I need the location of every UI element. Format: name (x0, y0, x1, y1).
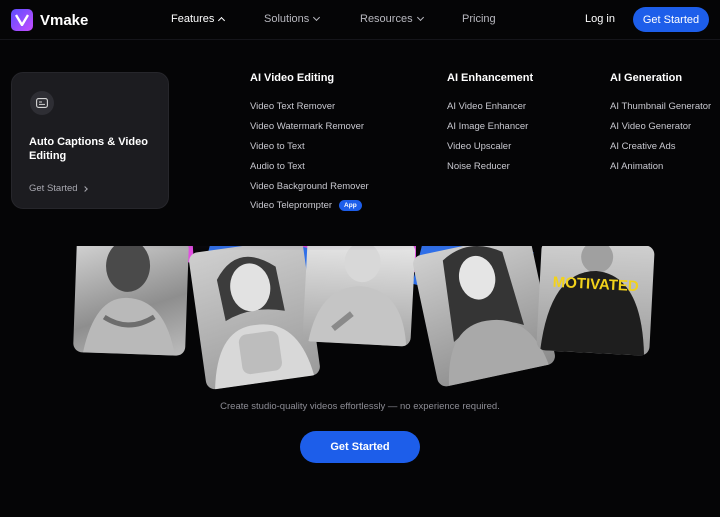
captions-icon (30, 91, 54, 115)
menu-item-label: Audio to Text (250, 160, 305, 172)
chevron-down-icon (313, 13, 321, 22)
featured-card-link-label: Get Started (29, 183, 78, 194)
nav-features[interactable]: Features (171, 13, 226, 25)
menu-item-label: Video to Text (250, 140, 305, 152)
featured-card[interactable]: Auto Captions & Video Editing Get Starte… (11, 72, 169, 209)
menu-item[interactable]: AI Creative Ads (610, 137, 711, 157)
creator-photo-5: MOTIVATED (536, 240, 655, 356)
menu-column-ai-enhancement: AI Enhancement AI Video Enhancer AI Imag… (447, 72, 533, 176)
nav-resources[interactable]: Resources (360, 13, 424, 25)
app-badge: App (339, 200, 362, 212)
vmake-logo-icon (11, 9, 33, 31)
menu-item-label: AI Video Generator (610, 121, 692, 133)
menu-item[interactable]: Video to Text (250, 137, 369, 157)
menu-item[interactable]: AI Animation (610, 156, 711, 176)
nav-pricing[interactable]: Pricing (462, 13, 496, 25)
menu-item-label: Video Upscaler (447, 140, 512, 152)
menu-item[interactable]: AI Image Enhancer (447, 117, 533, 137)
brand-logo[interactable]: Vmake (11, 9, 88, 31)
menu-column-title: AI Video Editing (250, 72, 335, 84)
menu-column-title: AI Enhancement (447, 72, 534, 84)
featured-card-title: Auto Captions & Video Editing (29, 136, 148, 162)
menu-item[interactable]: Video Background Remover (250, 176, 369, 196)
menu-item-label: Video Teleprompter (250, 200, 333, 212)
menu-item[interactable]: Video Text Remover (250, 97, 369, 117)
creator-photo-2 (187, 237, 322, 391)
brand-name: Vmake (40, 11, 89, 29)
get-started-nav-button[interactable]: Get Started (633, 7, 709, 32)
menu-item[interactable]: Video Watermark Remover (250, 117, 369, 137)
creator-photo-4 (411, 231, 557, 389)
chevron-up-icon (218, 16, 226, 25)
login-link[interactable]: Log in (585, 13, 615, 25)
nav-pricing-label: Pricing (462, 13, 496, 25)
menu-item-label: Noise Reducer (447, 160, 510, 172)
menu-column-title: AI Generation (610, 72, 683, 84)
menu-item[interactable]: AI Video Generator (610, 117, 711, 137)
menu-item[interactable]: Video Upscaler (447, 137, 533, 157)
menu-item[interactable]: Audio to Text (250, 156, 369, 176)
chevron-down-icon (416, 13, 424, 22)
get-started-hero-button[interactable]: Get Started (300, 431, 420, 463)
chevron-right-icon (81, 185, 88, 192)
nav-features-label: Features (171, 13, 215, 25)
menu-item-label: AI Thumbnail Generator (610, 101, 712, 113)
menu-item-label: Video Watermark Remover (250, 121, 365, 133)
menu-item-label: Video Background Remover (250, 180, 369, 192)
nav-resources-label: Resources (360, 13, 413, 25)
menu-item[interactable]: AI Video Enhancer (447, 97, 533, 117)
menu-column-ai-video-editing: AI Video Editing Video Text Remover Vide… (250, 72, 369, 216)
menu-item-label: AI Creative Ads (610, 140, 676, 152)
featured-card-link[interactable]: Get Started (29, 183, 88, 194)
menu-item-label: AI Video Enhancer (447, 101, 527, 113)
menu-item[interactable]: Video Teleprompter App (250, 196, 369, 216)
creator-photo-3 (302, 237, 416, 347)
nav-solutions-label: Solutions (264, 13, 310, 25)
menu-item-label: AI Animation (610, 160, 664, 172)
page: MOTIVATED Vmake Features Solutions Resou… (0, 0, 720, 517)
menu-item[interactable]: AI Thumbnail Generator (610, 97, 711, 117)
menu-column-ai-generation: AI Generation AI Thumbnail Generator AI … (610, 72, 711, 176)
menu-item[interactable]: Noise Reducer (447, 156, 533, 176)
hero-tagline: Create studio-quality videos effortlessl… (220, 401, 500, 412)
top-nav: Vmake Features Solutions Resources Prici… (0, 0, 720, 40)
menu-item-label: AI Image Enhancer (447, 121, 529, 133)
menu-item-label: Video Text Remover (250, 101, 336, 113)
nav-solutions[interactable]: Solutions (264, 13, 321, 25)
creator-photo-1 (73, 236, 189, 356)
